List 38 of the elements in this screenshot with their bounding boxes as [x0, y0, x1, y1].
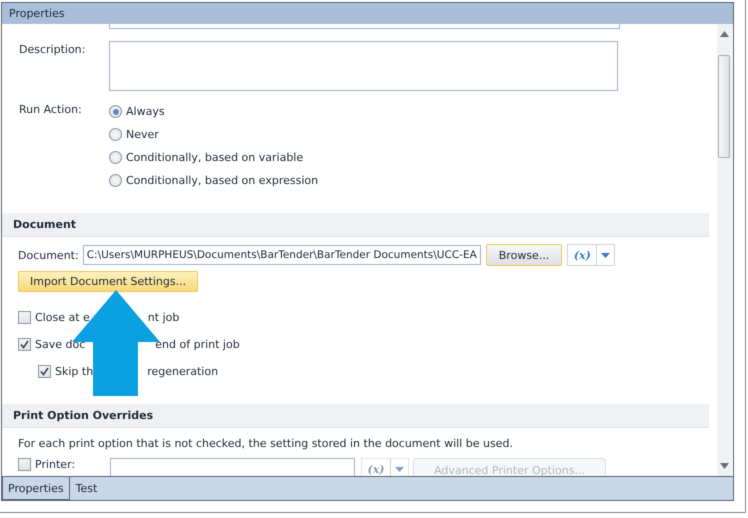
radio-label: Conditionally, based on expression: [126, 174, 318, 187]
scroll-down-icon[interactable]: [720, 463, 729, 469]
radio-label: Never: [126, 128, 159, 141]
note-text: For each print option that is not checked, the setting stored in the document will be used.: [17, 437, 514, 450]
scroll-up-icon[interactable]: [720, 31, 729, 37]
tab[interactable]: Properties: [2, 477, 70, 500]
caret-icon: [395, 466, 404, 472]
field-label: Document:: [18, 248, 79, 262]
checkbox-label: Save doc: [35, 338, 86, 351]
tab[interactable]: Test: [70, 477, 104, 500]
field-label: Description:: [18, 42, 86, 58]
checkbox-label: Printer:: [35, 458, 76, 471]
field-label: Run Action:: [18, 103, 83, 118]
radio-button[interactable]: [109, 105, 122, 118]
checkbox[interactable]: [18, 311, 31, 324]
scroll-thumb[interactable]: [718, 55, 730, 158]
panel-title: Properties: [2, 3, 733, 24]
radio-button[interactable]: [109, 174, 122, 187]
checkbox[interactable]: [18, 338, 31, 351]
browse-button[interactable]: Browse...: [486, 244, 562, 266]
caret-icon: [601, 252, 610, 258]
section-header: Print Option Overrides: [2, 404, 709, 428]
document-path-field[interactable]: C:\Users\MURPHEUS\Documents\BarTender\BarTender Documents\UCC-EA: [82, 245, 481, 265]
radio-button[interactable]: [109, 128, 122, 141]
checkbox-label: Close at e: [35, 311, 90, 324]
checkbox-label: Skip th: [55, 365, 94, 378]
checkbox[interactable]: [38, 365, 51, 378]
checkbox-label: regeneration: [147, 365, 218, 378]
radio-label: Conditionally, based on variable: [126, 151, 304, 164]
section-header: Document: [2, 213, 709, 237]
import-settings-button[interactable]: Import Document Settings...: [18, 271, 198, 292]
radio-label: Always: [126, 105, 165, 118]
checkbox-label: end of print job: [155, 338, 240, 351]
description-field[interactable]: [109, 41, 618, 91]
input-field[interactable]: [109, 24, 620, 29]
radio-button[interactable]: [109, 151, 122, 164]
checkbox-label: nt job: [148, 311, 180, 324]
scrollbar[interactable]: [717, 24, 732, 476]
